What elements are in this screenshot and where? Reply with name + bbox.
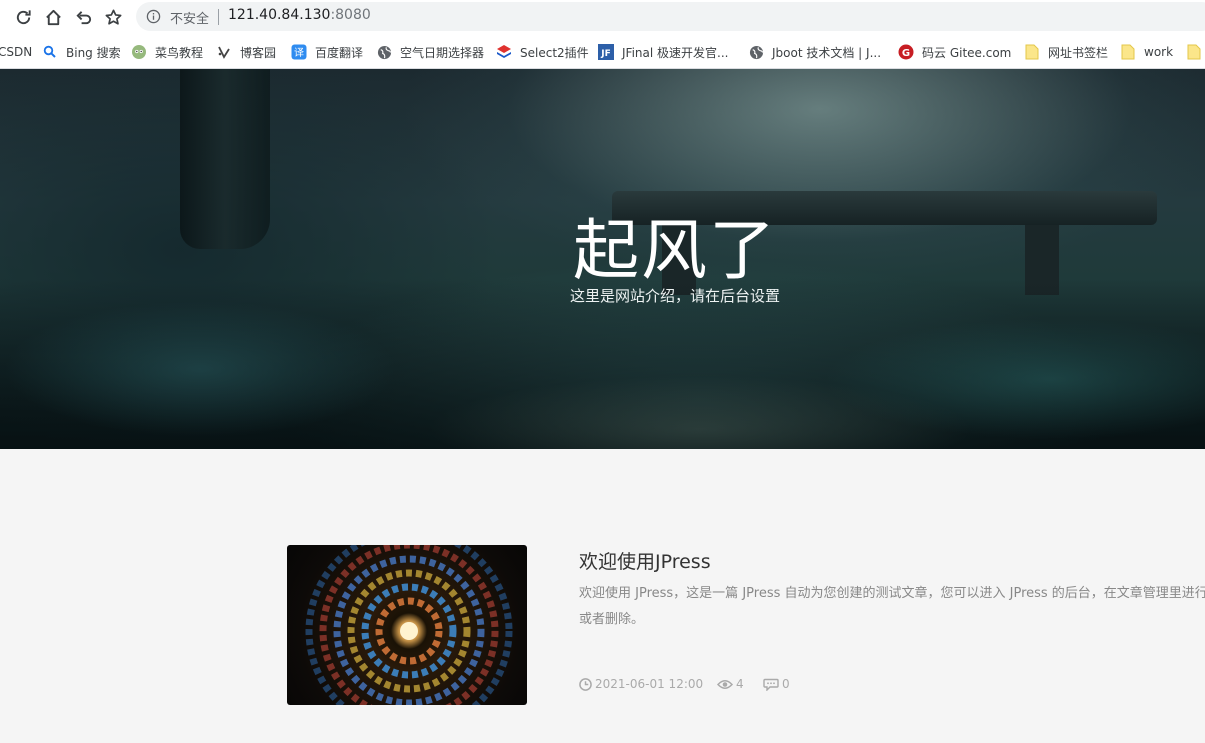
bookmark-select2[interactable]: Select2插件 [496, 43, 589, 61]
article-summary: 欢迎使用 JPress，这是一篇 JPress 自动为您创建的测试文章，您可以进… [579, 586, 1205, 627]
bookmark-folder-overflow[interactable] [1186, 43, 1205, 61]
article-title[interactable]: 欢迎使用JPress [579, 547, 711, 574]
bookmarks-bar: CSDN Bing 搜索 菜鸟教程 博客园 译 百度翻译 空气日期选择器 Sel… [0, 34, 1205, 69]
folder-icon [1024, 44, 1040, 60]
globe-icon [376, 44, 392, 60]
layers-icon [496, 44, 512, 60]
article-views: 4 [717, 676, 744, 692]
omnibox-divider [218, 9, 219, 25]
bookmark-label: 网址书签栏 [1048, 45, 1109, 60]
browser-toolbar: 不安全 121.40.84.130:8080 [0, 0, 1205, 34]
bookmark-label: JFinal 极速开发官... [622, 45, 729, 60]
security-label: 不安全 [170, 12, 210, 27]
bookmark-label: 空气日期选择器 [400, 45, 485, 60]
article-comments: 0 [763, 676, 790, 692]
bookmark-jboot[interactable]: Jboot 技术文档 | J... [748, 43, 881, 61]
bookmark-jfinal[interactable]: JF JFinal 极速开发官... [598, 43, 728, 61]
bookmark-label: 码云 Gitee.com [922, 45, 1012, 60]
svg-text:G: G [902, 48, 910, 59]
article-date: 2021-06-01 12:00 [579, 676, 703, 692]
url-text[interactable]: 121.40.84.130:8080 [228, 7, 371, 23]
url-port: :8080 [330, 7, 371, 23]
bookmark-runoob[interactable]: 菜鸟教程 [131, 43, 203, 61]
bookmark-label: Select2插件 [520, 45, 589, 60]
hero-banner: 起风了 这里是网站介绍，请在后台设置 [0, 69, 1205, 449]
bookmark-bing[interactable]: Bing 搜索 [42, 43, 121, 61]
info-icon[interactable] [146, 9, 161, 24]
folder-icon [1186, 44, 1202, 60]
runoob-icon [131, 44, 147, 60]
bookmark-csdn[interactable]: CSDN [0, 43, 32, 61]
bookmark-folder-urls[interactable]: 网址书签栏 [1024, 43, 1108, 61]
address-bar[interactable]: 不安全 121.40.84.130:8080 [136, 2, 1205, 31]
site-description: 这里是网站介绍，请在后台设置 [569, 287, 780, 305]
bookmark-label: Jboot 技术文档 | J... [772, 45, 882, 60]
star-icon[interactable] [101, 5, 125, 29]
cnblogs-icon [216, 44, 232, 60]
bookmark-label: 百度翻译 [315, 45, 364, 60]
bookmark-label: CSDN [0, 45, 33, 59]
url-host: 121.40.84.130 [228, 7, 331, 23]
bookmark-label: work [1144, 45, 1174, 59]
back-icon[interactable] [71, 5, 95, 29]
clock-icon [579, 677, 592, 691]
folder-icon [1120, 44, 1136, 60]
jfinal-icon: JF [598, 44, 614, 60]
bookmark-folder-work[interactable]: work [1120, 43, 1173, 61]
bookmark-date-picker[interactable]: 空气日期选择器 [376, 43, 484, 61]
home-icon[interactable] [41, 5, 65, 29]
article-views-count: 4 [736, 677, 744, 691]
article-thumbnail[interactable] [287, 545, 527, 705]
article-date-text: 2021-06-01 12:00 [595, 677, 704, 691]
bookmark-baidu-translate[interactable]: 译 百度翻译 [291, 43, 363, 61]
translate-icon: 译 [291, 44, 307, 60]
eye-icon [717, 678, 733, 691]
bookmark-label: 博客园 [240, 45, 277, 60]
reload-icon[interactable] [11, 5, 35, 29]
bookmark-cnblogs[interactable]: 博客园 [216, 43, 276, 61]
site-title: 起风了 [573, 212, 777, 289]
spiral-stained-glass-image [305, 545, 513, 705]
bookmark-label: 菜鸟教程 [155, 45, 204, 60]
search-icon [42, 44, 58, 60]
bookmark-label: Bing 搜索 [66, 45, 121, 60]
svg-text:译: 译 [294, 47, 304, 59]
bookmark-gitee[interactable]: G 码云 Gitee.com [898, 43, 1011, 61]
globe-icon [748, 44, 764, 60]
gitee-icon: G [898, 44, 914, 60]
comment-icon [763, 678, 779, 691]
svg-text:JF: JF [600, 49, 611, 59]
article-comments-count: 0 [782, 677, 790, 691]
